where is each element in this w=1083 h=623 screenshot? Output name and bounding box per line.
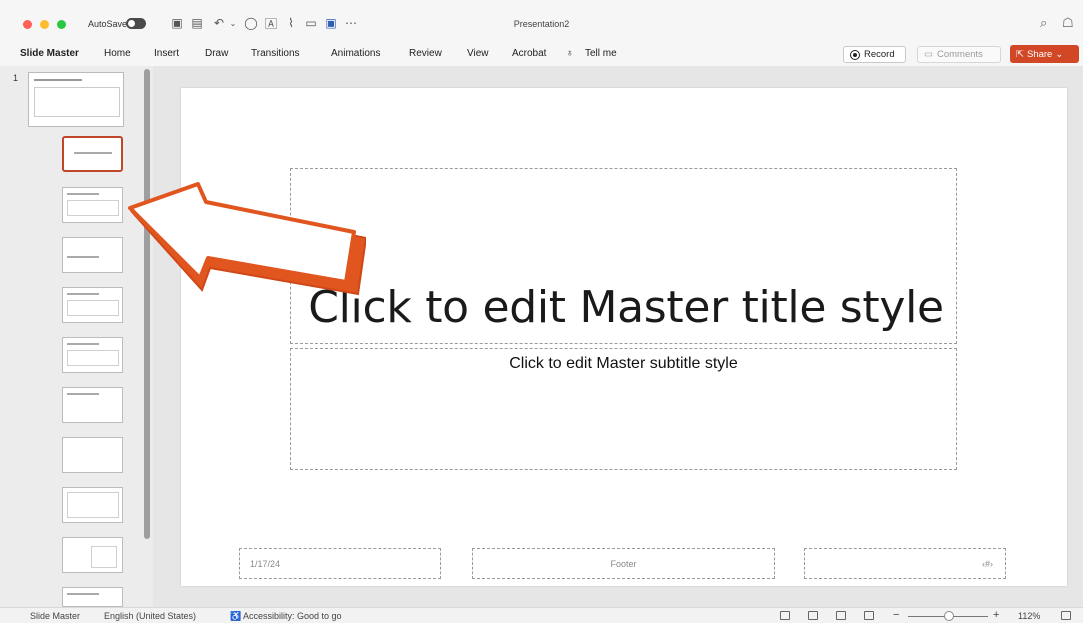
status-accessibility[interactable]: Accessibility: Good to go xyxy=(243,611,342,621)
tab-draw[interactable]: Draw xyxy=(205,48,228,59)
thumbnail-body-box xyxy=(67,300,119,316)
account-icon[interactable]: ☖ xyxy=(1062,15,1074,31)
record-label: Record xyxy=(864,49,895,60)
tab-acrobat[interactable]: Acrobat xyxy=(512,48,546,59)
thumbnail-title-line xyxy=(67,293,99,295)
record-icon xyxy=(850,49,860,60)
share-icon: ⇱ xyxy=(1016,48,1024,60)
slide-number-text: ‹#› xyxy=(982,558,993,569)
layout-thumbnail[interactable] xyxy=(62,287,123,323)
zoom-out-icon[interactable]: − xyxy=(893,609,899,621)
chevron-down-icon: ⌄ xyxy=(1055,48,1064,60)
thumbnail-title-line xyxy=(34,79,82,81)
layout-thumbnail[interactable] xyxy=(62,136,123,172)
thumbnail-title-line xyxy=(67,393,99,395)
layout-thumbnail[interactable] xyxy=(62,487,123,523)
tab-insert[interactable]: Insert xyxy=(154,48,179,59)
status-language[interactable]: English (United States) xyxy=(104,611,196,621)
thumbnail-body-box xyxy=(67,200,119,216)
document-title: Presentation2 xyxy=(513,19,570,29)
slide-number-placeholder[interactable]: ‹#› xyxy=(804,548,1006,579)
master-title-text[interactable]: Click to edit Master title style xyxy=(296,282,956,333)
thumbnail-title-line xyxy=(67,256,99,258)
master-number: 1 xyxy=(13,73,19,83)
slide-master-thumbnail[interactable] xyxy=(28,72,124,127)
tab-home[interactable]: Home xyxy=(104,48,131,59)
footer-text: Footer xyxy=(610,558,637,569)
date-text: 1/17/24 xyxy=(250,558,281,569)
zoom-level[interactable]: 112% xyxy=(1018,611,1040,621)
record-button[interactable]: Record xyxy=(843,46,906,63)
title-bar: AutoSave ▣ ▤ ↶ ⌄ ◯ 🄰 ⌇ ▭ ▣ ⋯ Presentatio… xyxy=(0,0,1083,44)
thumbnail-title-line xyxy=(74,152,112,154)
thumbnail-body-box xyxy=(67,492,119,518)
thumbnail-title-line xyxy=(67,343,99,345)
slideshow-icon[interactable] xyxy=(864,611,874,620)
master-subtitle-text[interactable]: Click to edit Master subtitle style xyxy=(290,355,957,373)
fit-to-window-icon[interactable] xyxy=(1061,611,1071,620)
layout-thumbnail[interactable] xyxy=(62,537,123,573)
thumbnail-body-box xyxy=(67,350,119,366)
notes-icon[interactable] xyxy=(780,611,790,620)
tab-view[interactable]: View xyxy=(467,48,489,59)
status-view: Slide Master xyxy=(30,611,81,621)
thumbnail-body-box xyxy=(34,87,120,117)
thumbnail-title-line xyxy=(67,193,99,195)
comments-label: Comments xyxy=(936,49,983,60)
share-label: Share xyxy=(1026,48,1053,60)
date-placeholder[interactable]: 1/17/24 xyxy=(239,548,441,579)
layout-thumbnail[interactable] xyxy=(62,337,123,373)
layout-thumbnail[interactable] xyxy=(62,437,123,473)
layout-thumbnail[interactable] xyxy=(62,187,123,223)
thumbnail-title-line xyxy=(67,593,99,595)
layout-thumbnail[interactable] xyxy=(62,587,123,607)
slide-sorter-icon[interactable] xyxy=(808,611,818,620)
tab-transitions[interactable]: Transitions xyxy=(251,48,300,59)
zoom-slider-knob[interactable] xyxy=(944,611,954,621)
tab-review[interactable]: Review xyxy=(409,48,442,59)
layout-thumbnail[interactable] xyxy=(62,237,123,273)
zoom-in-icon[interactable]: + xyxy=(993,609,999,621)
status-bar: Slide Master English (United States) ♿ A… xyxy=(0,607,1083,623)
search-icon[interactable]: ⌕ xyxy=(1040,15,1047,31)
thumbnail-body-box xyxy=(91,546,117,568)
accessibility-icon: ♿ xyxy=(230,611,242,621)
comment-icon: ▭ xyxy=(924,49,933,60)
share-button[interactable]: ⇱ Share ⌄ xyxy=(1010,45,1079,63)
thumbnail-scrollbar[interactable] xyxy=(144,69,150,539)
tab-animations[interactable]: Animations xyxy=(331,48,380,59)
annotation-arrow-icon xyxy=(128,182,366,296)
reading-view-icon[interactable] xyxy=(836,611,846,620)
comments-button[interactable]: ▭ Comments xyxy=(917,46,1001,63)
tab-slide-master[interactable]: Slide Master xyxy=(20,48,79,59)
footer-placeholder[interactable]: Footer xyxy=(472,548,775,579)
tell-me-search[interactable]: Tell me xyxy=(585,48,617,59)
lightbulb-icon: ♁ xyxy=(566,48,574,59)
layout-thumbnail[interactable] xyxy=(62,387,123,423)
